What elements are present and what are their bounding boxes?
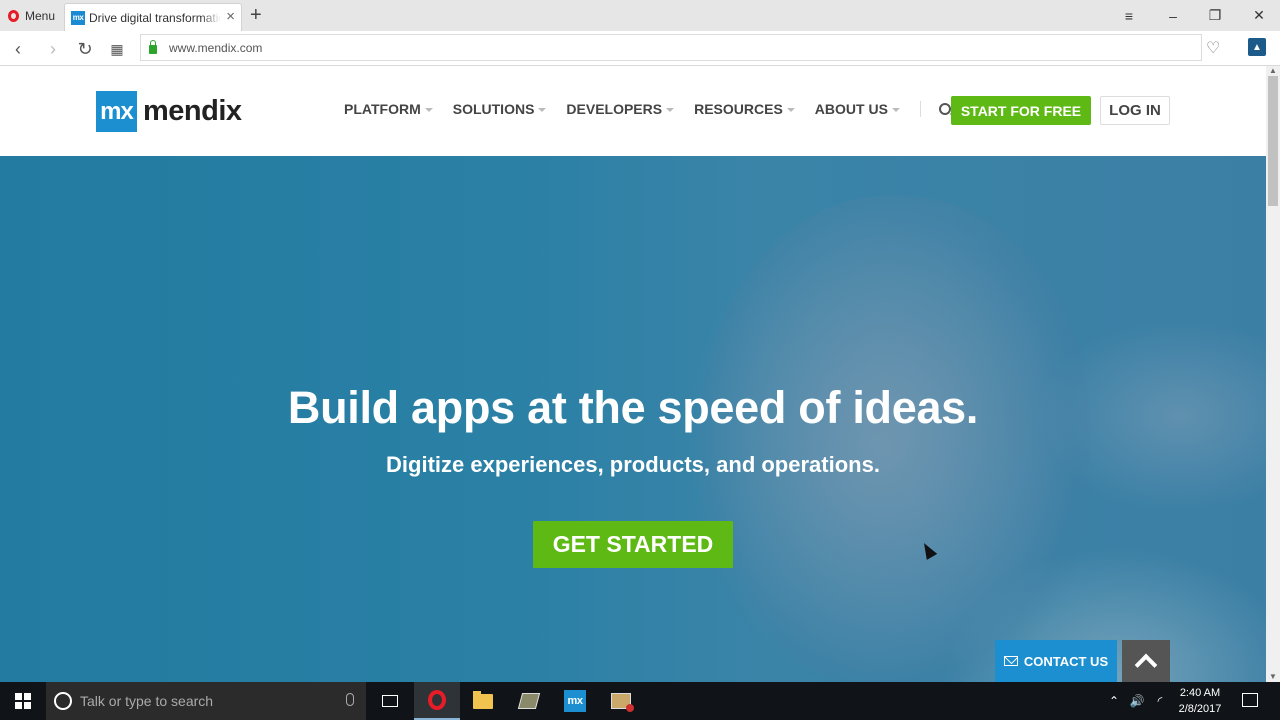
forward-arrow-icon[interactable]: › [41,37,65,61]
hero-section: Build apps at the speed of ideas. Digiti… [0,156,1266,682]
nav-label: PLATFORM [344,101,421,117]
mendix-favicon-icon: mx [71,10,85,25]
reload-icon[interactable]: ↻ [73,37,97,61]
app-badge-icon [611,693,634,712]
show-hidden-icons-chevron-icon[interactable]: ⌃ [1104,682,1124,720]
chevron-up-icon [1134,653,1158,677]
caret-down-icon [786,107,795,112]
opera-icon [428,690,446,710]
taskbar-file-explorer[interactable] [460,682,506,720]
caret-down-icon [666,107,675,112]
nav-item-platform[interactable]: PLATFORM [344,101,433,117]
speed-dial-grid-icon[interactable]: ▦ [105,37,129,61]
caret-down-icon [424,107,433,112]
tab-close-icon[interactable]: × [226,9,235,25]
hero-background-photo [700,196,1090,682]
caret-down-icon [891,107,900,112]
nav-label: RESOURCES [694,101,783,117]
taskbar-opera[interactable] [414,682,460,720]
caret-down-icon [538,107,547,112]
clock-date: 2/8/2017 [1178,703,1222,715]
hero-subtitle: Digitize experiences, products, and oper… [386,452,880,477]
taskbar-search-box[interactable]: Talk or type to search [46,682,366,720]
page-viewport: mx mendix PLATFORM SOLUTIONS DEVELOPERS … [0,66,1266,682]
mendix-logo[interactable]: mx mendix [96,91,242,132]
lock-icon [149,40,157,54]
cortana-icon [54,692,72,710]
task-view-button[interactable] [367,682,413,720]
nav-divider [919,101,921,117]
taskbar-search-placeholder: Talk or type to search [80,693,214,709]
browser-tab-strip: Menu mx Drive digital transformation × +… [0,0,1280,31]
url-text: www.mendix.com [169,40,263,55]
log-in-button[interactable]: LOG IN [1100,96,1170,125]
nav-item-about-us[interactable]: ABOUT US [815,101,900,117]
volume-icon[interactable]: 🔊 [1127,682,1147,720]
microphone-icon[interactable] [346,693,354,706]
task-view-icon [382,695,398,707]
browser-tab-active[interactable]: mx Drive digital transformation × [64,3,242,31]
scroll-to-top-button[interactable] [1122,640,1170,682]
minimize-icon[interactable]: – [1151,0,1195,31]
opera-menu-label: Menu [25,8,56,23]
url-field[interactable]: www.mendix.com [140,34,1202,61]
nav-item-developers[interactable]: DEVELOPERS [566,101,675,117]
taskbar-clock[interactable]: 2:40 AM 2/8/2017 [1170,685,1230,717]
nav-label: DEVELOPERS [566,101,663,117]
contact-us-label: CONTACT US [1023,653,1109,669]
address-toolbar: ‹ › ↻ ▦ www.mendix.com ♡ ▲ [0,31,1280,66]
opera-logo-icon [8,9,19,22]
windows-taskbar: Talk or type to search mx ⌃ 🔊 ◜ 2:40 AM … [0,682,1280,720]
scroll-down-icon[interactable]: ▼ [1266,672,1280,682]
nav-label: SOLUTIONS [452,101,535,117]
contact-us-button[interactable]: CONTACT US [995,640,1117,682]
nav-item-resources[interactable]: RESOURCES [694,101,795,117]
scrollbar-thumb[interactable] [1268,76,1278,206]
mail-icon [1003,656,1018,666]
restore-icon[interactable]: ❐ [1193,0,1237,31]
start-button[interactable] [0,682,46,720]
action-center-icon[interactable] [1242,693,1258,707]
tab-title: Drive digital transformation [89,10,221,25]
logo-wordmark: mendix [143,95,242,127]
hero-title: Build apps at the speed of ideas. [287,382,979,433]
taskbar-app-b[interactable] [598,682,644,720]
folder-icon [473,690,493,709]
scroll-up-icon[interactable]: ▲ [1266,66,1280,76]
close-window-icon[interactable]: ✕ [1237,0,1280,31]
network-icon[interactable]: ◜ [1150,682,1170,720]
taskbar-mendix[interactable]: mx [552,682,598,720]
clock-time: 2:40 AM [1179,687,1221,699]
extension-icon[interactable]: ▲ [1248,38,1266,56]
app-window-icon [517,693,541,709]
mendix-icon: mx [564,690,586,712]
nav-label: ABOUT US [814,101,888,117]
page-scrollbar[interactable]: ▲ ▼ [1266,66,1280,682]
nav-item-solutions[interactable]: SOLUTIONS [453,101,547,117]
opera-menu-button[interactable]: Menu [0,0,62,31]
heart-bookmark-icon[interactable]: ♡ [1206,38,1220,58]
mendix-mark-icon: mx [96,91,137,132]
tab-menu-icon[interactable]: ≡ [1107,0,1151,31]
start-for-free-button[interactable]: START FOR FREE [951,96,1091,125]
get-started-button[interactable]: GET STARTED [533,521,733,568]
new-tab-plus-icon[interactable]: + [250,4,262,26]
main-nav: PLATFORM SOLUTIONS DEVELOPERS RESOURCES … [344,101,951,117]
taskbar-app-a[interactable] [506,682,552,720]
site-header: mx mendix PLATFORM SOLUTIONS DEVELOPERS … [0,66,1266,156]
back-arrow-icon[interactable]: ‹ [6,37,30,61]
windows-logo-icon [15,693,31,709]
search-icon[interactable] [938,103,951,115]
